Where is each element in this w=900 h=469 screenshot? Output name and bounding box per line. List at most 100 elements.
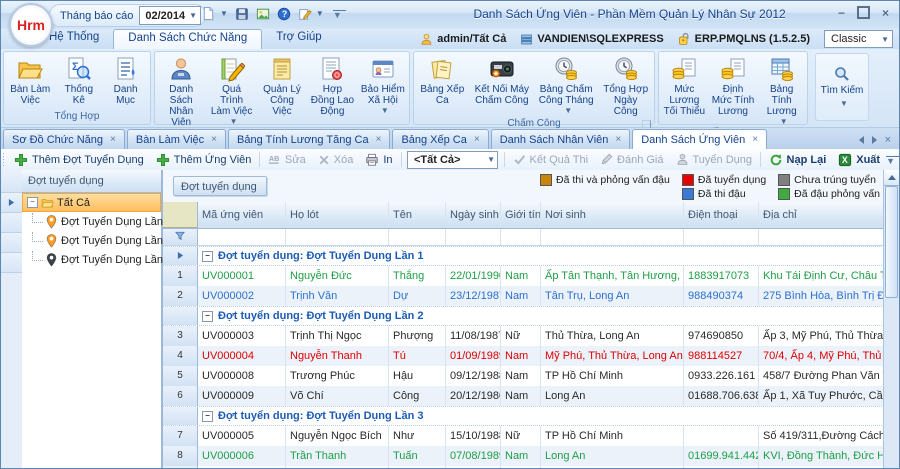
row-indicator-cell[interactable] [163,247,198,265]
row-number[interactable]: 8 [163,446,198,466]
cell-last[interactable]: Trịnh Thị Ngọc [286,326,389,346]
cell-gender[interactable]: Nam [501,266,541,286]
cell-last[interactable]: Trịnh Văn [286,286,389,306]
cell-phone[interactable]: 988490374 [684,286,759,306]
cell-gender[interactable]: Nam [501,346,541,366]
group-by-button[interactable]: Đợt tuyển dụng [173,176,267,196]
cell-last[interactable]: Nguyễn Ngọc Bích [286,426,389,446]
table-row[interactable]: 8UV000006Trần ThanhTuấn07/08/1989NamLong… [163,446,884,466]
close-tab-icon[interactable]: × [885,135,891,145]
ribbon-button-qua-trinh-lam-viec[interactable]: Quá Trình Làm Việc▼ [206,53,256,137]
cell-pob[interactable]: TP Hồ Chí Minh [541,426,684,446]
tab-scroll-left-icon[interactable] [859,136,864,144]
column-header[interactable]: Ngày sinh [446,202,501,228]
cell-gender[interactable]: Nữ [501,466,541,468]
close-icon[interactable]: × [474,135,480,145]
cell-last[interactable]: Trương Phúc [286,366,389,386]
reload-button[interactable]: Nạp Lại [763,150,833,169]
evaluate-button[interactable]: Đánh Giá [594,150,669,169]
theme-select[interactable]: Classic▼ [824,30,893,48]
table-row[interactable]: 1UV000001Nguyễn ĐứcThắng22/01/1990NamẤp … [163,266,884,286]
cell-addr[interactable]: Ấp 3, Mỹ Phú, Thủ Thừa, L [759,326,884,346]
row-number[interactable]: 5 [163,366,198,386]
filter-cell[interactable] [684,229,759,245]
close-icon[interactable]: × [752,135,758,145]
vertical-scrollbar[interactable] [883,170,899,468]
export-button[interactable]: Xuất [832,150,886,169]
cell-addr[interactable]: 275 Bình Hòa, Bình Trị Đôn [759,286,884,306]
cell-phone[interactable] [684,426,759,446]
cell-code[interactable]: UV000007 [198,466,286,468]
collapse-icon[interactable]: − [202,251,213,262]
minimize-button[interactable]: − [838,7,845,19]
ribbon-button-danh-muc[interactable]: Danh Mục [102,53,149,110]
tree-node-batch-3[interactable]: Đợt Tuyển Dụng Lần 3 [22,250,161,269]
column-header[interactable]: Giới tính [501,202,541,228]
new-document-button[interactable]: ▼ [199,5,230,22]
app-logo[interactable]: Hrm [9,3,53,47]
cell-pob[interactable]: Phú Yên [541,466,684,468]
cell-addr[interactable]: Số 419/311,Đường Cách M [759,426,884,446]
exam-result-button[interactable]: Kết Quả Thi [507,150,595,169]
doc-tab-ban-lam-viec[interactable]: Bàn Làm Việc× [127,129,226,149]
ribbon-button-danh-sach-nhan-vien[interactable]: Danh Sách Nhân Viên▼ [156,53,206,137]
ribbon-button-thong-ke[interactable]: Thống Kê [55,53,102,110]
ribbon-button-quan-ly-cong-viec[interactable]: Quản Lý Công Việc [257,53,307,137]
cell-gender[interactable]: Nữ [501,326,541,346]
cell-first[interactable]: Thắng [389,266,446,286]
close-icon[interactable]: × [211,135,217,145]
doc-tab-bang-tinh-luong-tang-ca[interactable]: Bảng Tính Lương Tăng Ca× [228,129,390,149]
cell-gender[interactable]: Nam [501,446,541,466]
cell-code[interactable]: UV000009 [198,386,286,406]
table-row[interactable]: 9UV000007Lê ThịTính20/11/1983NữPhú Yên09… [163,466,884,468]
row-indicator-cell[interactable] [163,307,198,325]
cell-dob[interactable]: 09/12/1988 [446,366,501,386]
ribbon-button-muc-luong-toi-thieu[interactable]: Mức Lương Tối Thiểu [660,53,709,126]
ribbon-button-bang-cham-cong-thang[interactable]: Bảng Chấm Công Tháng▼ [534,53,598,117]
add-candidate-button[interactable]: Thêm Ứng Viên [150,150,258,169]
cell-last[interactable]: Võ Chí [286,386,389,406]
table-row[interactable]: 7UV000005Nguyễn Ngọc BíchNhư15/10/1988Nữ… [163,426,884,446]
table-row[interactable]: 5UV000008Trương PhúcHậu09/12/1988NamTP H… [163,366,884,386]
cell-first[interactable]: Tú [389,346,446,366]
doc-tab-danh-sach-nhan-vien[interactable]: Danh Sách Nhân Viên× [491,129,631,149]
group-row[interactable]: −Đợt tuyển dụng: Đợt Tuyển Dụng Lần 3 [163,406,884,426]
cell-first[interactable]: Phượng [389,326,446,346]
cell-last[interactable]: Nguyễn Đức [286,266,389,286]
cell-pob[interactable]: Ấp Tân Thạnh, Tân Hương, ... [541,266,684,286]
row-number[interactable]: 6 [163,386,198,406]
tab-danh-sach-chuc-nang[interactable]: Danh Sách Chức Năng [113,29,262,49]
filter-cell[interactable] [286,229,389,245]
filter-cell[interactable] [389,229,446,245]
cell-phone[interactable]: 1883917073 [684,266,759,286]
filter-cell[interactable] [759,229,884,245]
cell-first[interactable]: Công [389,386,446,406]
row-indicator-cell[interactable] [163,407,198,425]
table-row[interactable]: 6UV000009Võ ChíCông20/12/1986NamLong An0… [163,386,884,406]
tree-header[interactable]: Đợt tuyển dụng [22,170,161,193]
doc-tab-danh-sach-ung-vien[interactable]: Danh Sách Ứng Viên× [632,129,767,149]
ribbon-button-dinh-muc-tinh-luong[interactable]: Định Mức Tính Lương [709,53,758,126]
ribbon-button-bao-hiem-xa-hoi[interactable]: Bảo Hiểm Xã Hội▼ [358,53,408,137]
tree-node-root[interactable]: − Tất Cả [22,193,161,212]
cell-phone[interactable]: 01699.941.442 [684,446,759,466]
row-number[interactable]: 9 [163,466,198,468]
cell-pob[interactable]: TP Hồ Chí Minh [541,366,684,386]
table-row[interactable]: 3UV000003Trịnh Thị NgọcPhượng11/08/1987N… [163,326,884,346]
cell-pob[interactable]: Thủ Thừa, Long An [541,326,684,346]
delete-button[interactable]: Xóa [312,150,360,169]
toolbar-overflow-button[interactable]: ▼ [886,156,899,165]
cell-code[interactable]: UV000005 [198,426,286,446]
ribbon-button-tong-hop-ngay-cong[interactable]: Tổng Hợp Ngày Công [598,53,653,117]
cell-code[interactable]: UV000006 [198,446,286,466]
qat-overflow-button[interactable]: ▼ [333,10,346,19]
cell-addr[interactable]: Khu Tái Định Cư, Châu Thà [759,266,884,286]
close-button[interactable]: × [882,7,889,19]
toolbar-grip[interactable] [3,153,4,167]
close-icon[interactable]: × [615,135,621,145]
ribbon-button-bang-tinh-luong[interactable]: Bảng Tính Lương▼ [757,53,806,126]
row-number[interactable]: 2 [163,286,198,306]
filter-cell[interactable] [446,229,501,245]
cell-pob[interactable]: Tân Trụ, Long An [541,286,684,306]
cell-phone[interactable]: 988114527 [684,346,759,366]
